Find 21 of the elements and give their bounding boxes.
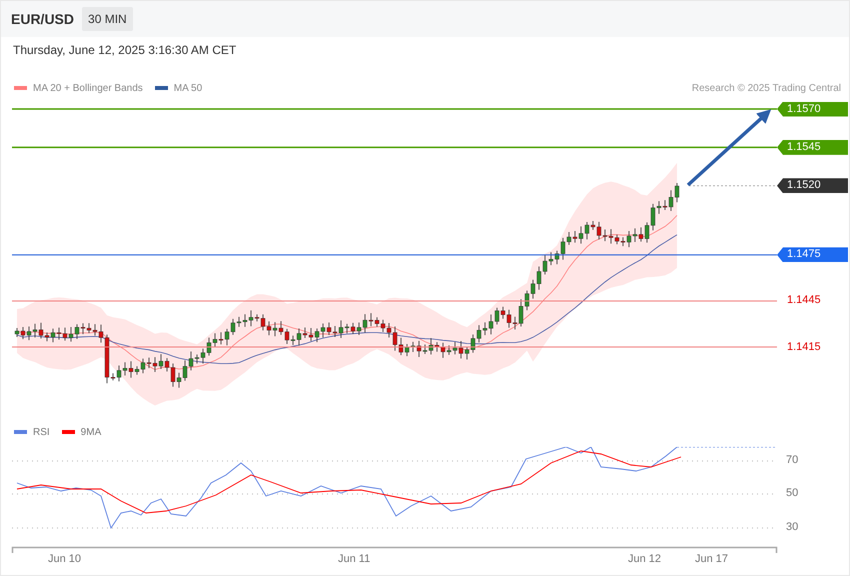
- price-tag: 1.1415: [777, 340, 848, 354]
- legend-label: 9MA: [80, 426, 102, 438]
- date-axis-label: Jun 11: [338, 553, 370, 565]
- legend-label: MA 20 + Bollinger Bands: [33, 82, 143, 94]
- date-axis-label: Jun 12: [628, 553, 662, 565]
- price-tag: 1.1545: [777, 140, 848, 155]
- rsi-axis-label: 50: [786, 487, 798, 499]
- rsi-axis-label: 30: [786, 521, 798, 533]
- research-credit: Research © 2025 Trading Central: [692, 82, 841, 94]
- legend-label: RSI: [33, 426, 50, 438]
- legend-label: MA 50: [174, 82, 202, 94]
- currency-pair-title: EUR/USD: [11, 11, 74, 27]
- price-tag: 1.1475: [777, 247, 848, 262]
- timeframe-badge[interactable]: 30 MIN: [82, 7, 133, 31]
- price-tag: 1.1520: [777, 178, 848, 194]
- price-tag: 1.1570: [777, 102, 848, 116]
- timestamp: Thursday, June 12, 2025 3:16:30 AM CET: [13, 43, 236, 57]
- date-axis-label: Jun 17: [695, 553, 728, 565]
- date-axis-label: Jun 10: [48, 553, 82, 565]
- price-tag: 1.1445: [777, 293, 848, 308]
- rsi-axis-label: 70: [786, 454, 798, 466]
